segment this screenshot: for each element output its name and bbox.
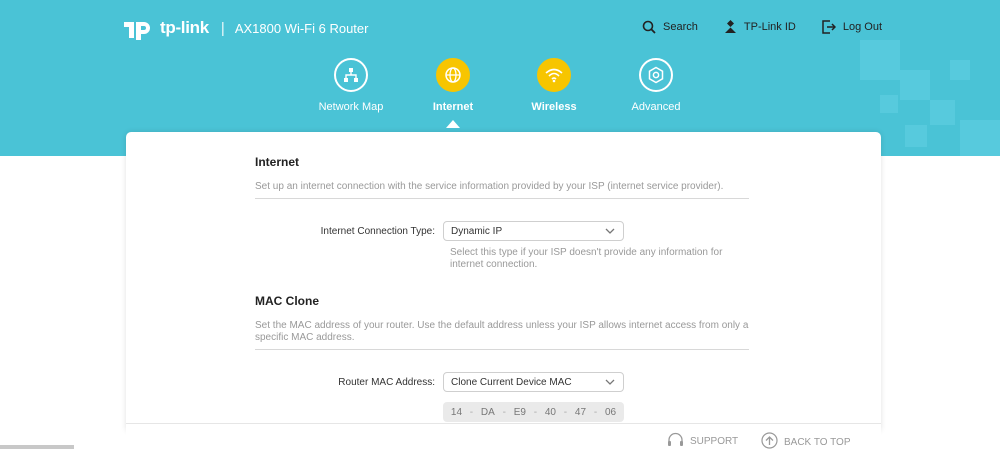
network-map-icon — [334, 58, 368, 92]
tplink-id-icon — [724, 20, 737, 34]
logo-separator: | — [220, 19, 225, 37]
mac-separator: - — [563, 406, 568, 418]
nav-advanced[interactable]: Advanced — [606, 58, 706, 113]
wifi-icon — [537, 58, 571, 92]
mac-separator: - — [502, 406, 506, 418]
nav-internet-label: Internet — [432, 101, 474, 113]
logout-label: Log Out — [842, 21, 882, 33]
brand-name: tp-link — [160, 18, 209, 37]
brand-logo[interactable]: tp-link | AX1800 Wi-Fi 6 Router — [124, 14, 368, 42]
connection-type-select[interactable]: Dynamic IP — [443, 221, 624, 241]
model-name: AX1800 Wi-Fi 6 Router — [234, 20, 369, 36]
support-link[interactable]: SUPPORT — [667, 432, 738, 451]
tplink-id-label: TP-Link ID — [743, 21, 796, 33]
mac-clone-divider — [255, 349, 749, 350]
nav-network-map[interactable]: Network Map — [301, 58, 401, 113]
support-label: SUPPORT — [690, 436, 739, 447]
mac-clone-section-title: MAC Clone — [255, 294, 319, 308]
tplink-logo-icon — [124, 14, 154, 42]
mac-separator: - — [469, 406, 474, 418]
mac-octet: DA — [480, 406, 495, 418]
nav-network-map-label: Network Map — [318, 101, 384, 113]
internet-divider — [255, 198, 749, 199]
connection-type-hint: Select this type if your ISP doesn't pro… — [450, 247, 723, 270]
logout-icon — [822, 20, 836, 34]
back-to-top-link[interactable]: BACK TO TOP — [761, 432, 851, 452]
arrow-up-circle-icon — [761, 432, 778, 452]
search-link[interactable]: Search — [642, 20, 698, 34]
back-to-top-label: BACK TO TOP — [784, 436, 851, 448]
chevron-down-icon — [605, 378, 615, 389]
mac-address-field: 14 - DA - E9 - 40 - 47 - 06 — [443, 402, 624, 422]
logout-link[interactable]: Log Out — [822, 20, 882, 34]
search-icon — [642, 20, 656, 34]
active-tab-indicator — [446, 120, 460, 128]
mac-octet: 06 — [604, 406, 617, 418]
nav-internet[interactable]: Internet — [403, 58, 503, 113]
router-mac-value: Clone Current Device MAC — [451, 377, 572, 388]
mac-separator: - — [593, 406, 598, 418]
mac-octet: 47 — [574, 406, 587, 418]
mac-clone-section-description: Set the MAC address of your router. Use … — [255, 320, 749, 343]
search-label: Search — [663, 21, 698, 33]
footer-bar: SUPPORT BACK TO TOP — [126, 423, 881, 449]
router-mac-select[interactable]: Clone Current Device MAC — [443, 372, 624, 392]
internet-section-description: Set up an internet connection with the s… — [255, 181, 724, 192]
mac-octet: 40 — [544, 406, 556, 418]
chevron-down-icon — [605, 227, 615, 238]
horizontal-scrollbar[interactable] — [0, 445, 74, 449]
nav-advanced-label: Advanced — [631, 101, 681, 113]
connection-type-value: Dynamic IP — [451, 226, 503, 237]
mac-separator: - — [533, 406, 538, 418]
globe-icon — [436, 58, 470, 92]
router-mac-label: Router MAC Address: — [338, 377, 435, 388]
headset-icon — [667, 432, 684, 451]
connection-type-label: Internet Connection Type: — [320, 226, 435, 237]
mac-octet: E9 — [513, 406, 526, 418]
gear-icon — [639, 58, 673, 92]
tplink-id-link[interactable]: TP-Link ID — [724, 20, 796, 34]
nav-wireless[interactable]: Wireless — [504, 58, 604, 113]
nav-wireless-label: Wireless — [531, 101, 577, 113]
internet-section-title: Internet — [255, 155, 300, 169]
mac-octet: 14 — [450, 406, 463, 418]
